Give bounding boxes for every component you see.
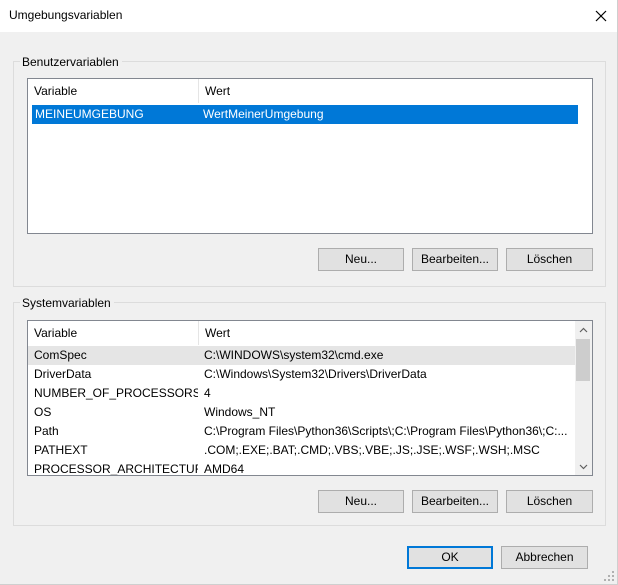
user-delete-button[interactable]: Löschen xyxy=(506,248,593,271)
chevron-up-icon xyxy=(579,327,588,332)
close-button[interactable] xyxy=(585,0,617,32)
row-variable: PROCESSOR_ARCHITECTURE xyxy=(34,462,198,476)
row-value: 4 xyxy=(204,386,211,400)
row-value: C:\Windows\System32\Drivers\DriverData xyxy=(204,367,427,381)
system-new-button[interactable]: Neu... xyxy=(318,490,404,513)
table-row[interactable]: PATHEXT .COM;.EXE;.BAT;.CMD;.VBS;.VBE;.J… xyxy=(28,441,575,460)
row-variable: Path xyxy=(34,424,59,438)
scrollbar-thumb[interactable] xyxy=(576,339,590,381)
row-value: WertMeinerUmgebung xyxy=(203,107,324,121)
user-edit-button[interactable]: Bearbeiten... xyxy=(412,248,498,271)
row-variable: ComSpec xyxy=(34,348,87,362)
window-title: Umgebungsvariablen xyxy=(9,8,123,22)
list-header: Variable Wert xyxy=(28,79,592,103)
table-row[interactable]: MEINEUMGEBUNG WertMeinerUmgebung xyxy=(32,105,578,124)
row-value: Windows_NT xyxy=(204,405,276,419)
column-header-value[interactable]: Wert xyxy=(198,79,592,103)
system-variables-list[interactable]: Variable Wert ComSpec C:\WINDOWS\system3… xyxy=(27,320,593,476)
row-value: C:\Program Files\Python36\Scripts\;C:\Pr… xyxy=(204,424,568,438)
list-header: Variable Wert xyxy=(28,321,575,345)
row-value: C:\WINDOWS\system32\cmd.exe xyxy=(204,348,384,362)
user-variables-list[interactable]: Variable Wert MEINEUMGEBUNG WertMeinerUm… xyxy=(27,78,593,234)
system-variables-label: Systemvariablen xyxy=(20,296,114,310)
environment-variables-dialog: Umgebungsvariablen Benutzervariablen Var… xyxy=(0,0,618,585)
column-header-variable[interactable]: Variable xyxy=(28,321,198,345)
table-row[interactable]: ComSpec C:\WINDOWS\system32\cmd.exe xyxy=(28,346,575,365)
cancel-button[interactable]: Abbrechen xyxy=(501,546,588,569)
title-bar: Umgebungsvariablen xyxy=(0,0,617,32)
table-row[interactable]: Path C:\Program Files\Python36\Scripts\;… xyxy=(28,422,575,441)
row-value: .COM;.EXE;.BAT;.CMD;.VBS;.VBE;.JS;.JSE;.… xyxy=(204,443,540,457)
row-variable: DriverData xyxy=(34,367,92,381)
row-variable: PATHEXT xyxy=(34,443,88,457)
row-variable: NUMBER_OF_PROCESSORS xyxy=(34,386,198,400)
user-variables-label: Benutzervariablen xyxy=(20,55,122,69)
close-icon xyxy=(595,10,607,22)
column-header-variable[interactable]: Variable xyxy=(28,79,198,103)
row-value: AMD64 xyxy=(204,462,245,476)
system-delete-button[interactable]: Löschen xyxy=(506,490,593,513)
user-new-button[interactable]: Neu... xyxy=(318,248,404,271)
table-row[interactable]: NUMBER_OF_PROCESSORS 4 xyxy=(28,384,575,403)
table-row[interactable]: PROCESSOR_ARCHITECTURE AMD64 xyxy=(28,460,575,476)
scroll-down-button[interactable] xyxy=(575,458,592,475)
resize-grip-icon[interactable] xyxy=(603,570,615,582)
row-variable: MEINEUMGEBUNG xyxy=(35,107,144,121)
chevron-down-icon xyxy=(579,464,588,469)
system-edit-button[interactable]: Bearbeiten... xyxy=(412,490,498,513)
table-row[interactable]: OS Windows_NT xyxy=(28,403,575,422)
ok-button[interactable]: OK xyxy=(407,546,493,569)
vertical-scrollbar[interactable] xyxy=(575,321,592,475)
scroll-up-button[interactable] xyxy=(575,321,592,338)
table-row[interactable]: DriverData C:\Windows\System32\Drivers\D… xyxy=(28,365,575,384)
row-variable: OS xyxy=(34,405,52,419)
column-header-value[interactable]: Wert xyxy=(198,321,575,345)
